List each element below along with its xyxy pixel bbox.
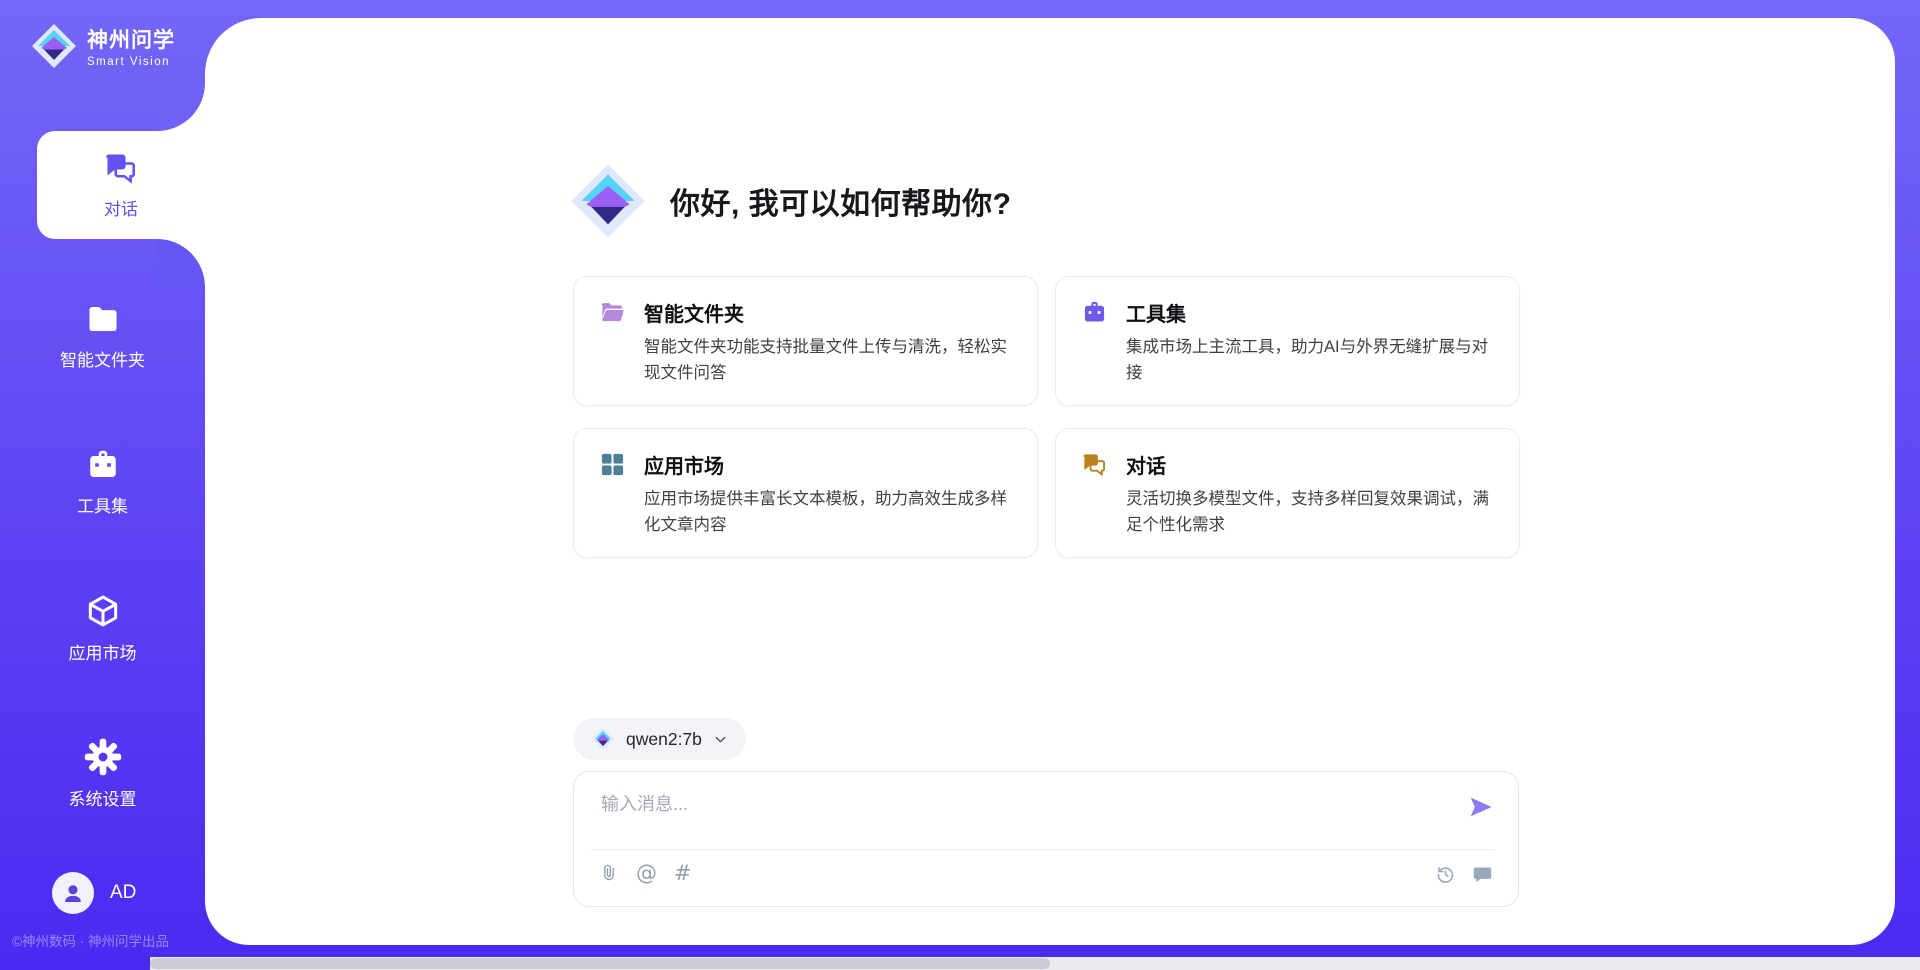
mention-button[interactable]: @ — [636, 863, 657, 884]
sidebar-item-smart-folder[interactable]: 智能文件夹 — [0, 294, 205, 378]
horizontal-scrollbar[interactable] — [150, 957, 1920, 970]
chat-bubbles-icon — [103, 150, 139, 186]
card-toolset[interactable]: 工具集 集成市场上主流工具，助力AI与外界无缝扩展与对接 — [1055, 276, 1520, 406]
card-title: 对话 — [1126, 450, 1166, 479]
user-profile[interactable]: AD — [52, 872, 136, 914]
card-title: 智能文件夹 — [644, 298, 744, 327]
at-icon: @ — [636, 863, 657, 884]
greeting-text: 你好, 我可以如何帮助你? — [670, 179, 1012, 223]
greeting: 你好, 我可以如何帮助你? — [568, 161, 1012, 241]
history-button[interactable] — [1435, 864, 1456, 885]
app: 神州问学 Smart Vision 对话 智能文件夹 工具集 应用市 — [0, 0, 1920, 970]
card-description: 应用市场提供丰富长文本模板，助力高效生成多样化文章内容 — [644, 487, 1013, 538]
hashtag-button[interactable]: # — [674, 863, 692, 884]
brand: 神州问学 Smart Vision — [30, 22, 175, 70]
message-bubble-icon — [1472, 864, 1493, 885]
person-icon — [60, 880, 86, 906]
folder-open-icon — [599, 299, 626, 326]
copyright: ©神州数码 · 神州问学出品 — [12, 930, 169, 950]
history-icon — [1435, 864, 1456, 885]
sidebar-item-label: 工具集 — [77, 492, 128, 517]
toolbox-icon — [1081, 299, 1108, 326]
attach-file-button[interactable] — [599, 862, 619, 884]
hash-icon: # — [674, 863, 692, 884]
message-input[interactable] — [574, 772, 1518, 844]
sidebar-item-chat[interactable]: 对话 — [37, 131, 205, 239]
tab-corner-bottom — [157, 239, 205, 287]
card-description: 灵活切换多模型文件，支持多样回复效果调试，满足个性化需求 — [1126, 487, 1495, 538]
user-initials: AD — [110, 882, 136, 904]
composer-divider — [590, 849, 1494, 850]
model-selector[interactable]: qwen2:7b — [573, 718, 746, 760]
card-description: 集成市场上主流工具，助力AI与外界无缝扩展与对接 — [1126, 335, 1495, 386]
main-panel: 你好, 我可以如何帮助你? 智能文件夹 智能文件夹功能支持批量文件上传与清洗，轻… — [205, 18, 1895, 945]
model-name: qwen2:7b — [626, 729, 702, 750]
card-app-market[interactable]: 应用市场 应用市场提供丰富长文本模板，助力高效生成多样化文章内容 — [573, 428, 1038, 558]
brand-name: 神州问学 — [87, 24, 175, 54]
scrollbar-thumb[interactable] — [150, 958, 1050, 969]
sidebar-item-label: 系统设置 — [69, 785, 137, 810]
send-button[interactable] — [1466, 792, 1496, 822]
sidebar-item-settings[interactable]: 系统设置 — [0, 732, 205, 816]
sidebar-item-toolset[interactable]: 工具集 — [0, 440, 205, 524]
composer: @ # — [573, 771, 1519, 907]
greeting-logo-icon — [568, 161, 648, 241]
conversation-button[interactable] — [1472, 864, 1493, 885]
card-chat[interactable]: 对话 灵活切换多模型文件，支持多样回复效果调试，满足个性化需求 — [1055, 428, 1520, 558]
sidebar: 神州问学 Smart Vision 对话 智能文件夹 工具集 应用市 — [0, 0, 205, 970]
card-title: 工具集 — [1126, 298, 1186, 327]
card-smart-folder[interactable]: 智能文件夹 智能文件夹功能支持批量文件上传与清洗，轻松实现文件问答 — [573, 276, 1038, 406]
send-icon — [1466, 793, 1494, 821]
paperclip-icon — [599, 862, 619, 884]
avatar — [52, 872, 94, 914]
toolbox-icon — [85, 447, 121, 483]
sidebar-item-label: 智能文件夹 — [60, 346, 145, 371]
cube-icon — [84, 592, 122, 630]
gear-icon — [84, 738, 122, 776]
sidebar-item-label: 应用市场 — [69, 639, 137, 664]
folder-icon — [85, 301, 121, 337]
chevron-down-icon — [713, 732, 728, 747]
model-logo-icon — [591, 727, 615, 751]
brand-logo-icon — [30, 22, 78, 70]
tab-corner-top — [157, 83, 205, 131]
chat-bubbles-icon — [1081, 451, 1108, 478]
feature-cards: 智能文件夹 智能文件夹功能支持批量文件上传与清洗，轻松实现文件问答 工具集 集成… — [573, 276, 1520, 558]
card-description: 智能文件夹功能支持批量文件上传与清洗，轻松实现文件问答 — [644, 335, 1013, 386]
sidebar-item-label: 对话 — [104, 195, 138, 220]
sidebar-item-app-market[interactable]: 应用市场 — [0, 586, 205, 670]
brand-subtitle: Smart Vision — [87, 56, 175, 68]
grid-icon — [599, 451, 626, 478]
card-title: 应用市场 — [644, 450, 724, 479]
